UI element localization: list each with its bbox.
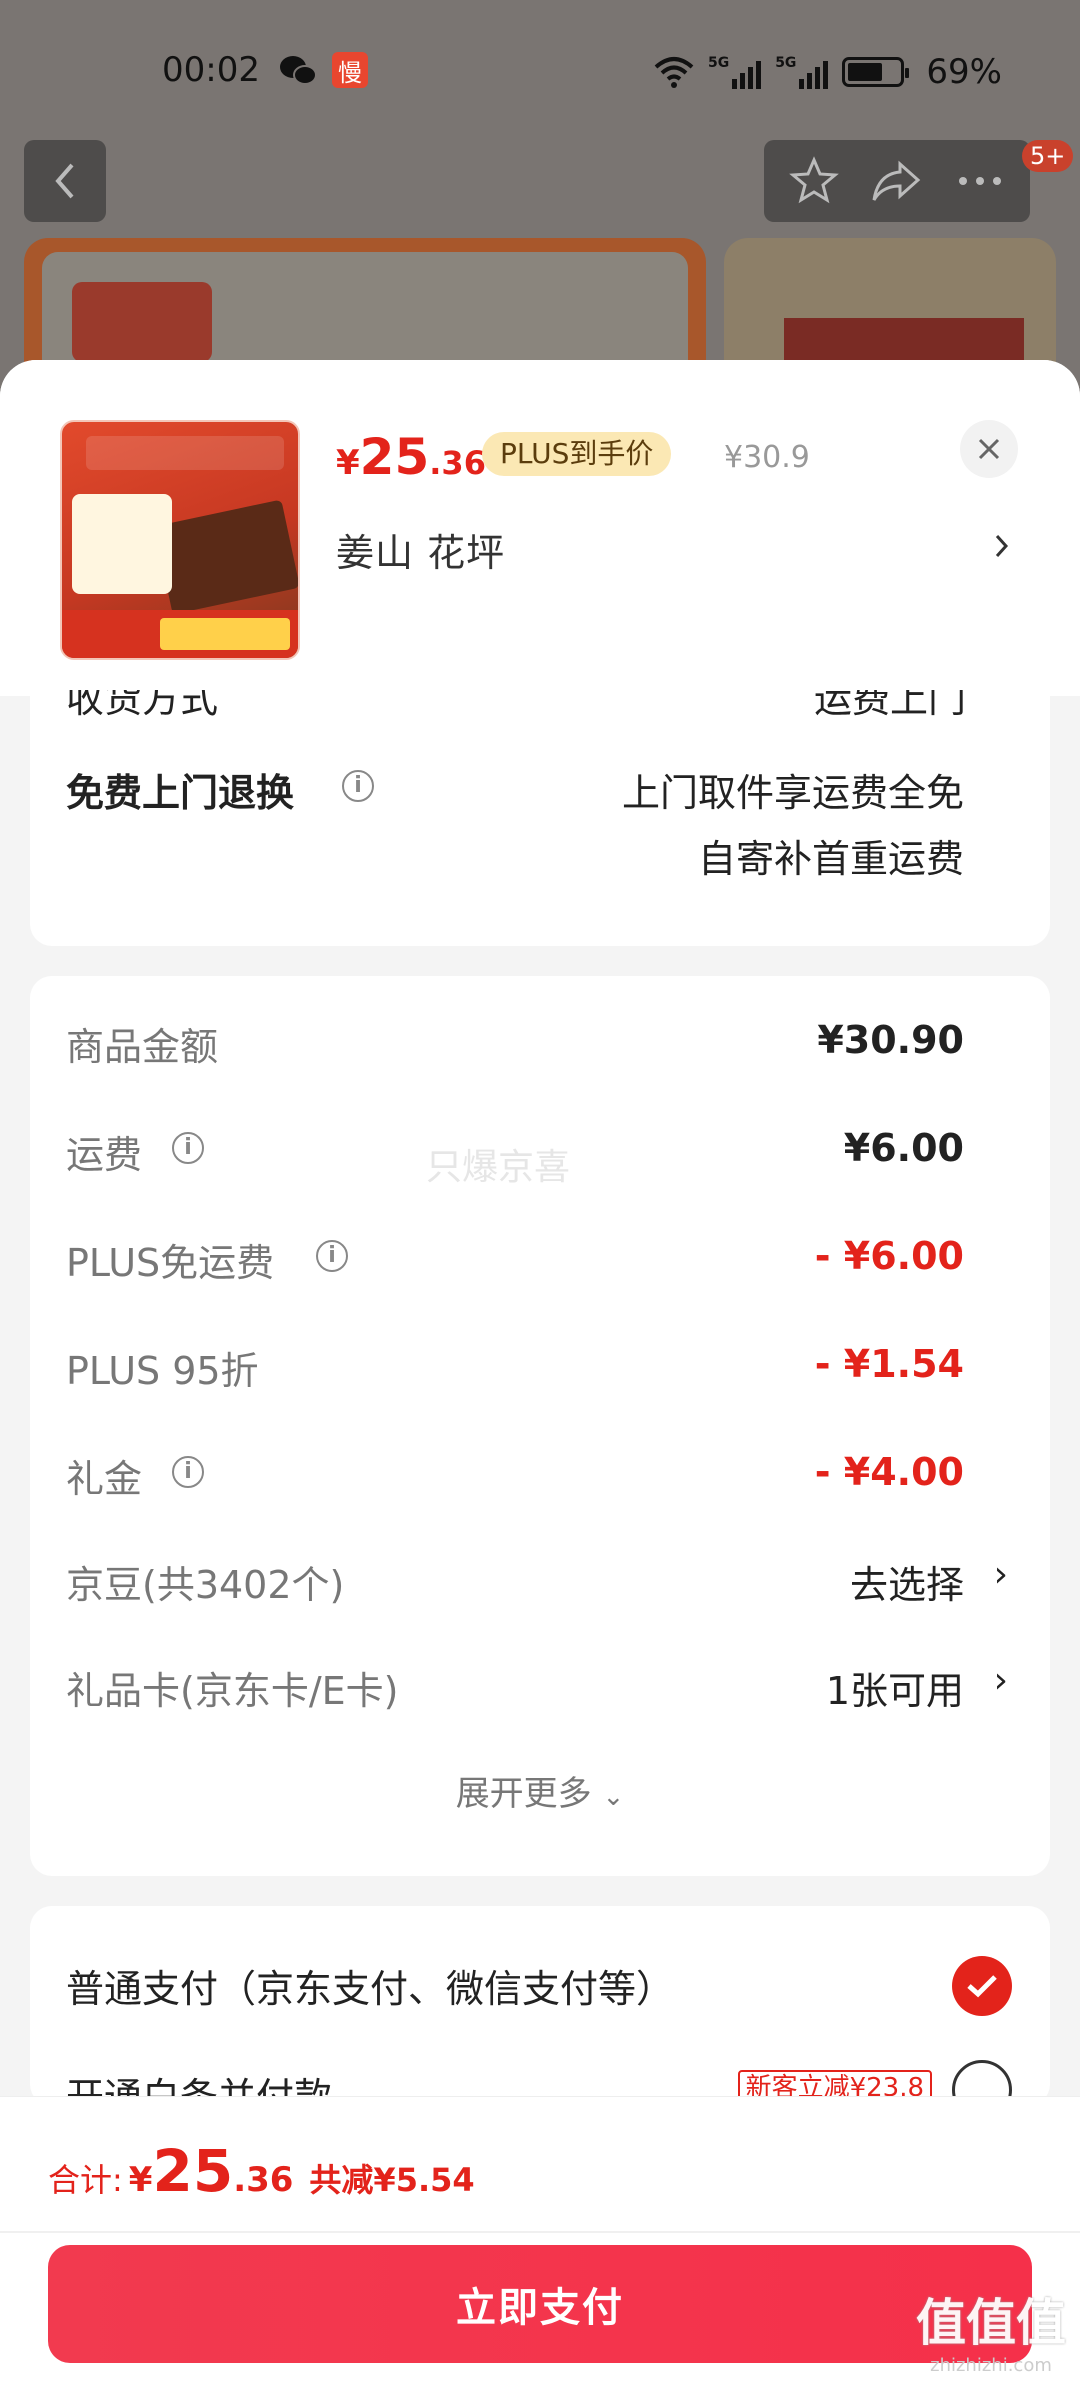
checkout-footer: 合计: ¥ 25 .36 共减¥5.54 立即支付 值值值 zhizhizhi.…	[0, 2096, 1080, 2400]
brand-logo	[72, 282, 212, 362]
signal-icon: 5G	[775, 55, 829, 89]
return-desc-line1: 上门取件享运费全免	[621, 771, 964, 815]
product-spec[interactable]: 姜山 花坪	[336, 522, 505, 577]
shipping-fee-value: ¥6.00	[843, 1126, 964, 1170]
more-icon[interactable]	[955, 171, 1005, 191]
shipping-fee-label: 运费	[66, 1133, 143, 1177]
gift-card-value: 1张可用	[825, 1669, 964, 1713]
watermark-text: 只爆京喜	[426, 1147, 571, 1188]
nav-actions	[764, 140, 1030, 222]
normal-payment-label: 普通支付（京东支付、微信支付等）	[66, 1967, 675, 2011]
jd-beans-value: 去选择	[849, 1563, 964, 1607]
plus-discount-value: - ¥1.54	[814, 1342, 964, 1386]
gift-money-value: - ¥4.00	[814, 1450, 964, 1494]
slow-app-icon: 慢	[332, 52, 368, 88]
plus-free-shipping-label: PLUS免运费	[66, 1241, 275, 1285]
product-price: ¥ 25 .36	[336, 428, 486, 486]
chevron-down-icon: ⌄	[602, 1782, 625, 1812]
notification-badge: 5+	[1022, 140, 1074, 172]
cost-card: 只爆京喜 商品金额 ¥30.90 运费 i ¥6.00 PLUS免运费 i - …	[30, 976, 1050, 1876]
checkmark-icon[interactable]	[952, 1956, 1012, 2016]
chevron-right-icon[interactable]	[992, 528, 1012, 564]
pay-now-button[interactable]: 立即支付	[48, 2245, 1032, 2363]
chevron-right-icon: ›	[993, 1660, 1008, 1701]
payment-card: 普通支付（京东支付、微信支付等） 开通白条并付款 新客立减¥23.8	[30, 1906, 1050, 2120]
site-watermark-logo: 值值值 zhizhizhi.com	[916, 2294, 1066, 2376]
total-amount: 合计: ¥ 25 .36 共减¥5.54	[48, 2137, 475, 2205]
status-time: 00:02	[162, 50, 260, 90]
delivery-method-row[interactable]: 收货方式 运费上门	[66, 690, 1026, 720]
plus-discount-label: PLUS 95折	[66, 1349, 259, 1393]
status-bar: 00:02 慢 5G 5G 69%	[0, 0, 1080, 140]
close-button[interactable]	[960, 420, 1018, 478]
product-image	[60, 420, 300, 660]
plus-free-shipping-value: - ¥6.00	[814, 1234, 964, 1278]
info-icon[interactable]: i	[172, 1456, 204, 1488]
share-icon[interactable]	[870, 156, 924, 206]
return-desc-line2: 自寄补首重运费	[697, 837, 964, 881]
wifi-icon	[654, 57, 694, 88]
total-label: 合计:	[48, 2161, 123, 2199]
info-icon[interactable]: i	[172, 1132, 204, 1164]
plus-price-tag: PLUS到手价	[482, 432, 672, 476]
product-summary: ¥ 25 .36 PLUS到手价 ¥30.9 姜山 花坪	[0, 360, 1080, 696]
expand-more-button[interactable]: 展开更多 ⌄	[30, 1766, 1050, 1815]
checkout-sheet: ¥ 25 .36 PLUS到手价 ¥30.9 姜山 花坪 收货方式 运费上门 免…	[0, 360, 1080, 2400]
wechat-icon	[280, 56, 317, 85]
close-icon	[978, 438, 1000, 460]
original-price: ¥30.9	[724, 440, 810, 475]
battery-icon	[842, 57, 910, 87]
gift-card-label: 礼品卡(京东卡/E卡)	[66, 1669, 399, 1713]
free-return-label: 免费上门退换	[66, 771, 295, 815]
info-icon[interactable]: i	[316, 1240, 348, 1272]
subtotal-value: ¥30.90	[817, 1018, 964, 1062]
chevron-left-icon	[55, 163, 74, 199]
jd-beans-label: 京豆(共3402个)	[66, 1563, 345, 1607]
signal-icon: 5G	[708, 55, 762, 89]
battery-percent: 69%	[926, 52, 1002, 92]
shipping-card: 收货方式 运费上门 免费上门退换 i 上门取件享运费全免 自寄补首重运费	[30, 690, 1050, 946]
chevron-right-icon: ›	[993, 1554, 1008, 1595]
back-button[interactable]	[24, 140, 106, 222]
info-icon[interactable]: i	[342, 770, 374, 802]
total-saved: 共减¥5.54	[309, 2161, 475, 2199]
subtotal-label: 商品金额	[66, 1025, 219, 1069]
star-icon[interactable]	[789, 156, 840, 206]
gift-money-label: 礼金	[66, 1457, 143, 1501]
